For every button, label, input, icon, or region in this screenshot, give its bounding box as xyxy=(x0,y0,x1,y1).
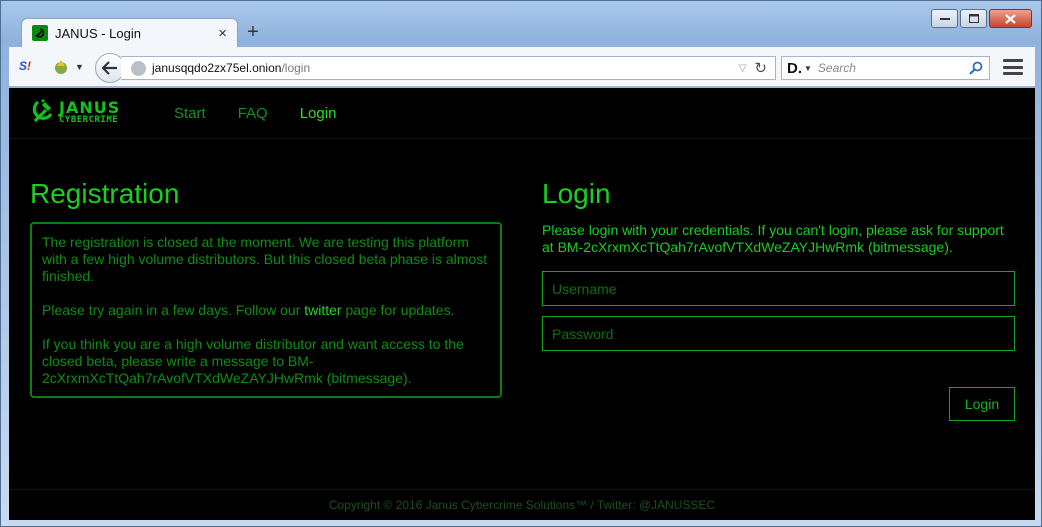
menu-item-faq[interactable]: FAQ xyxy=(238,105,268,122)
hammer-sickle-icon xyxy=(32,99,53,123)
back-arrow-icon xyxy=(102,61,117,75)
logo-text: JANUS CYBERCRIME xyxy=(59,97,121,125)
web-page: JANUS CYBERCRIME Start FAQ Login Registr… xyxy=(9,88,1035,520)
chevron-down-icon[interactable]: ▼ xyxy=(804,64,812,73)
notice-text-after-link: page for updates. xyxy=(341,302,455,318)
tab-close-icon[interactable]: × xyxy=(218,25,227,42)
site-menu: Start FAQ Login xyxy=(174,105,336,122)
site-footer: Copyright © 2016 Janus Cybercrime Soluti… xyxy=(9,489,1035,512)
hamburger-menu-icon[interactable] xyxy=(1003,59,1023,75)
url-path: /login xyxy=(281,61,311,75)
globe-icon xyxy=(131,60,146,76)
tab-title: JANUS - Login xyxy=(55,25,141,41)
navigation-bar: S! ▼ janusqqdo2zx75el.onion/login ▽ ↻ D.… xyxy=(9,47,1035,87)
maximize-button[interactable] xyxy=(960,9,987,28)
twitter-link[interactable]: twitter xyxy=(304,302,341,318)
addon-icon-label: S xyxy=(19,59,28,73)
menu-item-login[interactable]: Login xyxy=(300,105,337,122)
addon-icon-accent: ! xyxy=(27,59,32,73)
favicon-icon xyxy=(32,25,48,41)
logo-main-text: JANUS xyxy=(59,97,121,117)
search-icon[interactable] xyxy=(969,61,983,75)
search-bar[interactable]: D. ▼ Search xyxy=(781,56,990,80)
window-controls xyxy=(931,9,1032,28)
close-icon xyxy=(1005,13,1016,24)
site-header: JANUS CYBERCRIME Start FAQ Login xyxy=(9,88,1035,139)
login-button[interactable]: Login xyxy=(949,387,1015,421)
username-field[interactable]: Username xyxy=(542,271,1015,306)
browser-window: JANUS - Login × + S! ▼ janusqqdo2zx75el.… xyxy=(0,0,1042,527)
login-description: Please login with your credentials. If y… xyxy=(542,222,1004,255)
search-input[interactable]: Search xyxy=(818,61,969,75)
url-text[interactable]: janusqqdo2zx75el.onion/login xyxy=(152,61,739,75)
addon-icon[interactable]: S! xyxy=(19,59,31,73)
chevron-down-icon[interactable]: ▼ xyxy=(75,62,84,72)
notice-paragraph-1: The registration is closed at the moment… xyxy=(42,234,488,284)
menu-item-start[interactable]: Start xyxy=(174,105,206,122)
notice-paragraph-3: If you think you are a high volume distr… xyxy=(42,336,464,386)
notice-paragraph-2: Please try again in a few days. Follow o… xyxy=(42,302,490,319)
search-engine-icon[interactable]: D. xyxy=(787,60,802,77)
password-field[interactable]: Password xyxy=(542,316,1015,351)
maximize-icon xyxy=(968,14,979,23)
noscript-icon[interactable] xyxy=(52,58,70,76)
logo-sub-text: CYBERCRIME xyxy=(59,114,119,125)
reload-icon[interactable]: ↻ xyxy=(754,59,767,77)
url-host: janusqqdo2zx75el.onion xyxy=(152,61,282,75)
registration-notice: The registration is closed at the moment… xyxy=(30,222,502,398)
notice-text-before-link: Please try again in a few days. Follow o… xyxy=(42,302,305,318)
browser-tab[interactable]: JANUS - Login × xyxy=(21,18,238,47)
minimize-icon xyxy=(939,17,950,20)
history-dropdown-icon[interactable]: ▽ xyxy=(739,63,747,74)
registration-section: Registration The registration is closed … xyxy=(30,178,502,398)
new-tab-button[interactable]: + xyxy=(244,21,262,44)
login-heading: Login xyxy=(542,178,611,209)
registration-heading: Registration xyxy=(30,178,180,209)
site-logo[interactable]: JANUS CYBERCRIME xyxy=(29,99,120,125)
address-bar[interactable]: janusqqdo2zx75el.onion/login ▽ ↻ xyxy=(121,56,776,80)
close-window-button[interactable] xyxy=(989,9,1032,28)
minimize-button[interactable] xyxy=(931,9,958,28)
login-section: Login Please login with your credentials… xyxy=(542,178,1015,421)
